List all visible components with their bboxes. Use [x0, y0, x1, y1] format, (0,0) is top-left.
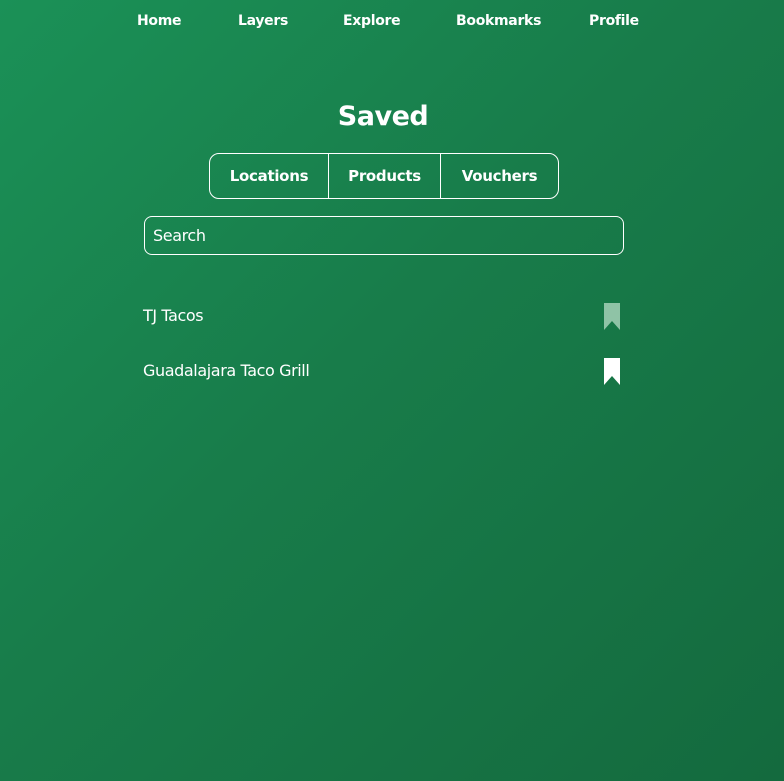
bookmark-shape [604, 358, 620, 385]
bookmark-icon[interactable] [604, 303, 620, 330]
list-item[interactable]: Guadalajara Taco Grill [143, 345, 625, 400]
page-title: Saved [337, 101, 429, 132]
search-input[interactable] [145, 217, 623, 254]
nav-item-explore[interactable]: Explore [343, 13, 401, 29]
tab-products[interactable]: Products [329, 154, 441, 198]
list-item-name: Guadalajara Taco Grill [143, 361, 310, 380]
search-box [144, 216, 624, 255]
bookmark-shape [604, 303, 620, 330]
category-tabs: Locations Products Vouchers [209, 153, 559, 199]
top-navigation: Home Layers Explore Bookmarks Profile [0, 0, 784, 44]
tab-locations[interactable]: Locations [210, 154, 329, 198]
bookmark-icon[interactable] [604, 358, 620, 385]
saved-list: TJ Tacos Guadalajara Taco Grill [143, 290, 625, 400]
tab-vouchers[interactable]: Vouchers [441, 154, 558, 198]
list-item-name: TJ Tacos [143, 306, 204, 325]
list-item[interactable]: TJ Tacos [143, 290, 625, 345]
nav-item-layers[interactable]: Layers [238, 13, 288, 29]
nav-item-profile[interactable]: Profile [589, 13, 639, 29]
nav-item-home[interactable]: Home [137, 13, 182, 29]
nav-item-bookmarks[interactable]: Bookmarks [456, 13, 541, 29]
